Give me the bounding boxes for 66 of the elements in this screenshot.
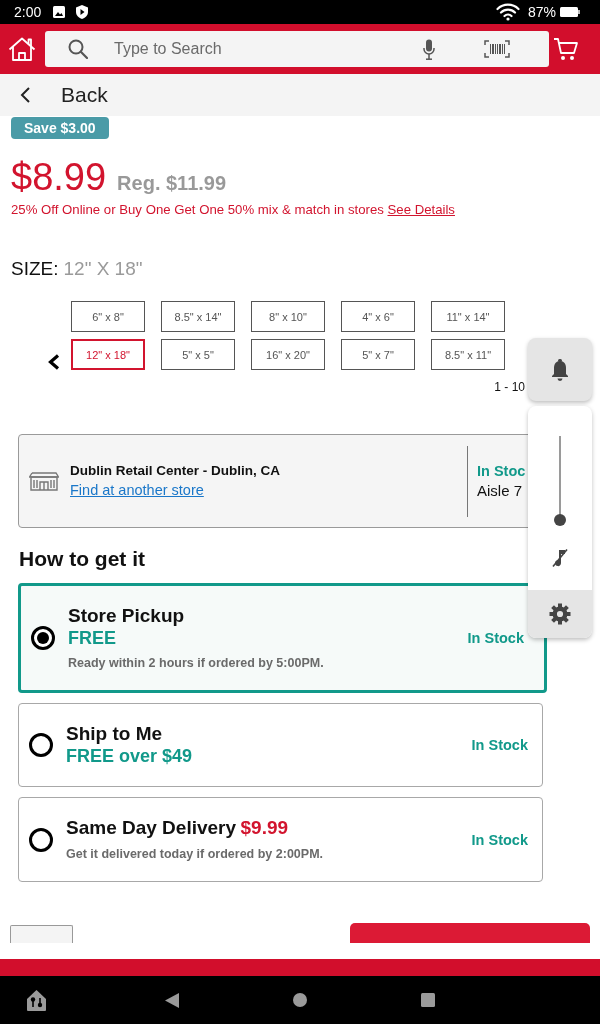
option-note: Get it delivered today if ordered by 2:00PM. <box>66 846 324 862</box>
cart-icon[interactable] <box>553 37 578 61</box>
option-title: Same Day Delivery <box>66 817 237 838</box>
option-price: FREE <box>68 627 117 649</box>
size-option[interactable]: 11" x 14" <box>431 301 505 332</box>
size-option[interactable]: 12" x 18" <box>71 339 145 370</box>
size-label: SIZE: <box>11 258 59 280</box>
bell-icon <box>551 358 569 381</box>
microphone-icon[interactable] <box>423 38 435 60</box>
page-count: 1 - 10 <box>494 380 525 394</box>
delivery-option-card[interactable]: Same Day Delivery $9.99 Get it delivered today if ordered by 2:00PM. In Stock <box>18 797 543 882</box>
regular-price: Reg. $11.99 <box>117 172 227 195</box>
quantity-field[interactable] <box>10 925 73 943</box>
radio-button[interactable] <box>29 827 53 852</box>
savings-badge: Save $3.00 <box>11 117 109 139</box>
find-store-link[interactable]: Find at another store <box>70 480 204 500</box>
size-option[interactable]: 4" x 6" <box>341 301 415 332</box>
search-bar[interactable]: Type to Search <box>45 31 549 67</box>
home-icon[interactable] <box>293 993 307 1007</box>
radio-button[interactable] <box>29 733 53 757</box>
back-button[interactable]: Back <box>20 83 108 107</box>
size-option[interactable]: 8.5" x 11" <box>431 339 505 370</box>
store-icon <box>28 471 60 491</box>
shield-icon <box>76 5 89 19</box>
settings-button[interactable] <box>528 590 592 638</box>
option-price: FREE over $49 <box>66 745 194 767</box>
size-option[interactable]: 6" x 8" <box>71 301 145 332</box>
back-icon[interactable] <box>165 992 179 1008</box>
promo-text: 25% Off Online or Buy One Get One 50% mix & match in stores See Details <box>11 202 455 218</box>
stock-status: In Stock <box>471 737 528 753</box>
delivery-option-card[interactable]: Store Pickup FREE Ready within 2 hours if ordered by 5:00PM. In Stock <box>18 583 547 693</box>
battery-icon <box>560 7 580 17</box>
section-title: How to get it <box>19 547 145 571</box>
aisle-text: Aisle 7 <box>477 481 524 501</box>
size-value: 12" X 18" <box>63 258 143 280</box>
settings-icon <box>549 603 571 625</box>
battery-percent: 87% <box>527 4 556 20</box>
option-note: Ready within 2 hours if ordered by 5:00PM. <box>68 655 325 671</box>
wifi-icon <box>495 3 520 21</box>
see-details-link[interactable]: See Details <box>387 202 455 217</box>
search-icon <box>68 39 88 59</box>
barcode-icon[interactable] <box>484 40 510 58</box>
size-option[interactable]: 16" x 20" <box>251 339 325 370</box>
stock-status: In Stock <box>467 630 524 646</box>
delivery-option-card[interactable]: Ship to Me FREE over $49 In Stock <box>18 703 543 787</box>
store-name: Dublin Retail Center - Dublin, CA <box>70 462 281 480</box>
size-option[interactable]: 8.5" x 14" <box>161 301 235 332</box>
sale-price: $8.99 <box>11 158 107 196</box>
stock-status: In Stoc <box>477 462 526 481</box>
house-icon[interactable] <box>27 989 46 1011</box>
option-price: $9.99 <box>240 817 289 838</box>
status-time: 2:00 <box>14 4 42 20</box>
radio-button[interactable] <box>31 626 55 650</box>
option-title: Store Pickup <box>68 605 186 627</box>
back-icon <box>20 87 30 103</box>
stock-status: In Stock <box>471 831 528 848</box>
muted-note-icon[interactable] <box>550 548 570 568</box>
slider-thumb[interactable] <box>554 514 566 526</box>
home-icon[interactable] <box>8 37 36 61</box>
chevron-left-icon[interactable] <box>47 354 61 370</box>
ring-mode-button[interactable] <box>528 338 592 401</box>
image-icon <box>53 6 66 18</box>
size-option[interactable]: 5" x 7" <box>341 339 415 370</box>
size-option[interactable]: 8" x 10" <box>251 301 325 332</box>
option-title: Ship to Me <box>66 723 164 745</box>
size-option[interactable]: 5" x 5" <box>161 339 235 370</box>
